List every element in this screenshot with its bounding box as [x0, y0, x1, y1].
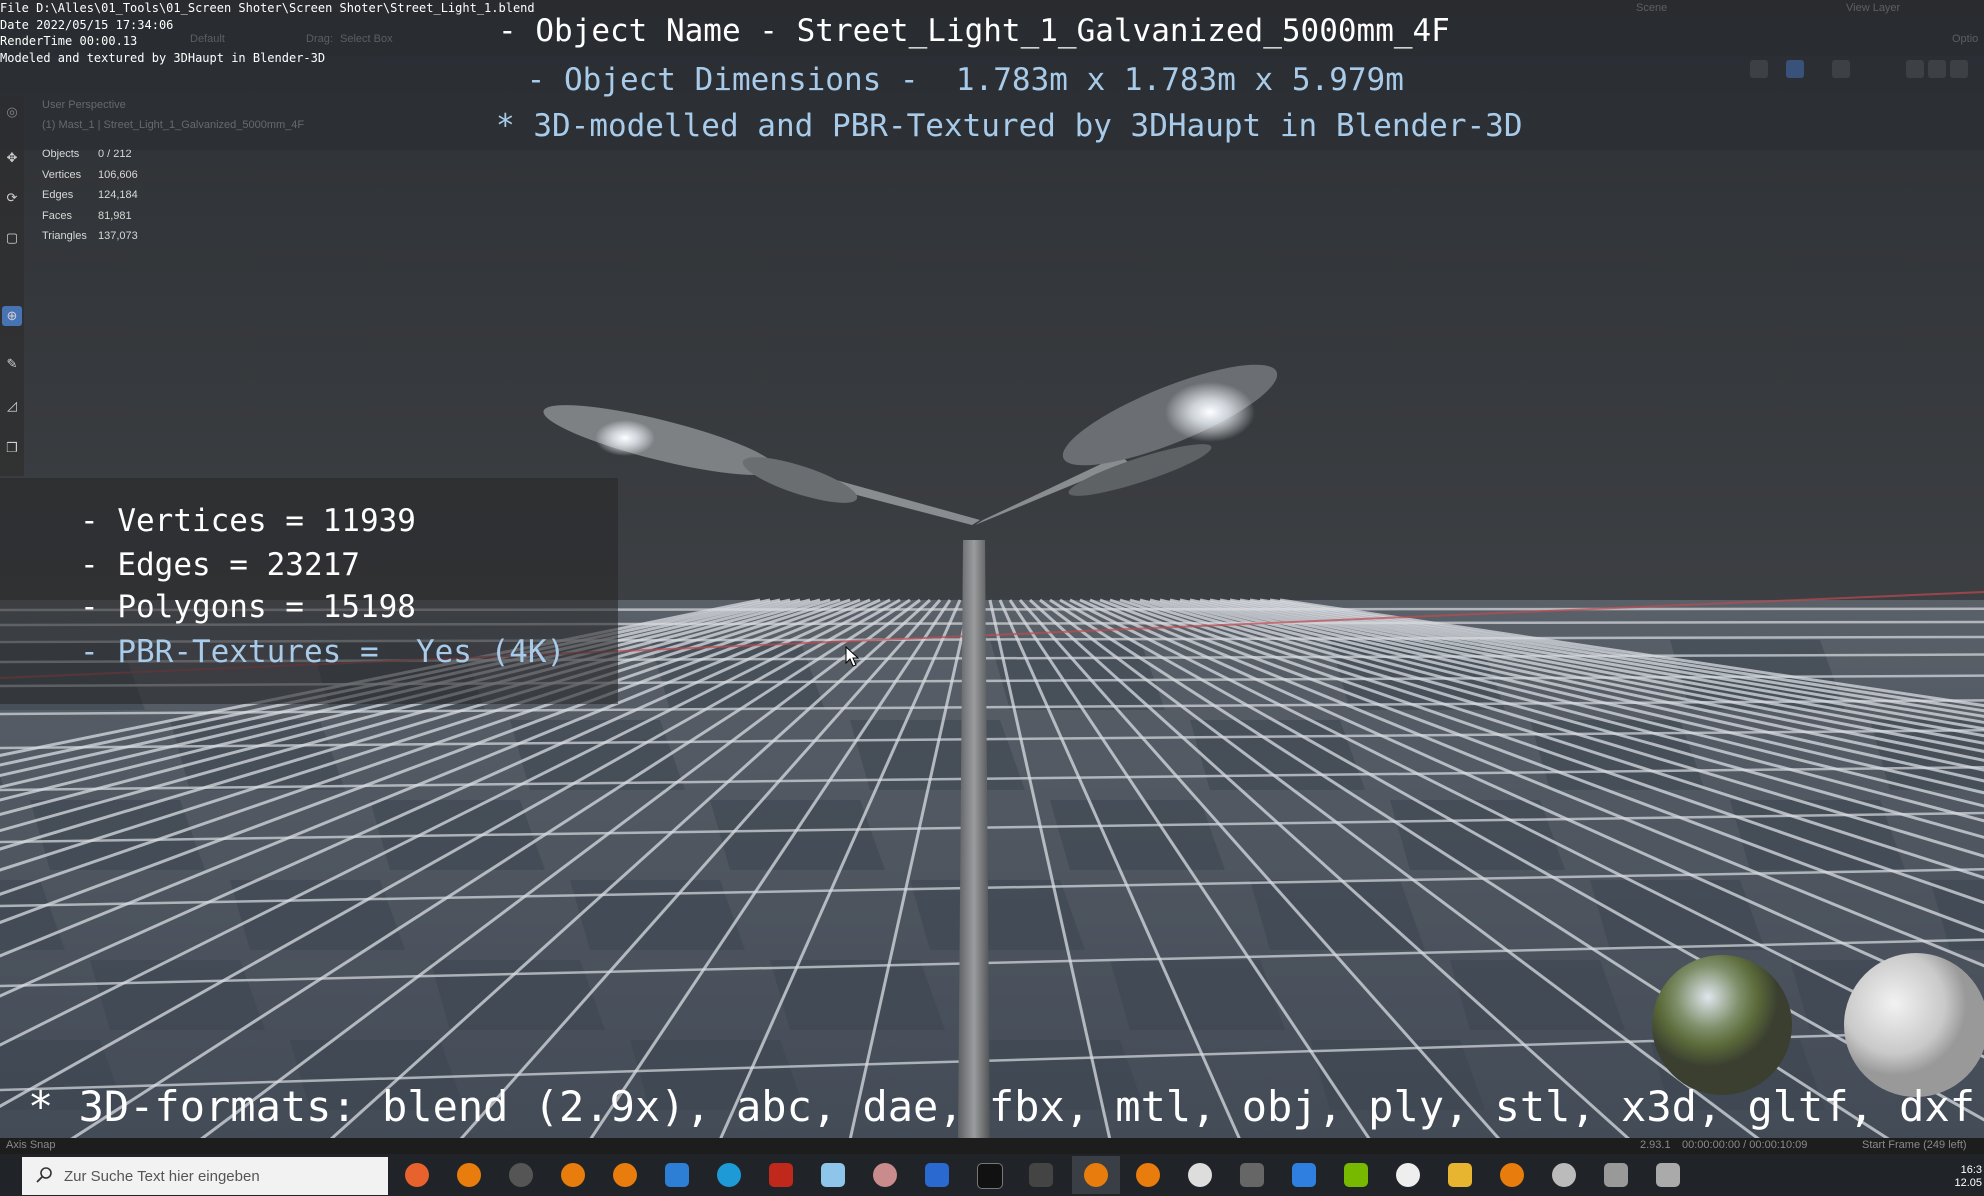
polygons-count: - Polygons = 15198 — [80, 589, 416, 625]
paint-icon[interactable] — [873, 1163, 897, 1187]
stat-row: Triangles 137,073 — [42, 230, 138, 242]
nvidia-icon[interactable] — [1344, 1163, 1368, 1187]
hdri-diffuse-sphere — [1844, 953, 1984, 1097]
clock-time: 16:3 — [1960, 1164, 1982, 1176]
render-time: RenderTime 00:00.13 — [0, 34, 138, 48]
timeline-time: 00:00:00:00 / 00:00:10:09 — [1682, 1139, 1808, 1151]
scale-tool-icon[interactable]: ▢ — [2, 228, 22, 248]
textures-info: - PBR-Textures = Yes (4K) — [80, 634, 566, 670]
app-icon[interactable] — [1396, 1163, 1420, 1187]
annotate-tool-icon[interactable]: ✎ — [2, 354, 22, 374]
object-dimensions: - Object Dimensions - 1.783m x 1.783m x … — [508, 62, 1404, 98]
move-tool-icon[interactable]: ✥ — [2, 148, 22, 168]
windows-taskbar: Zur Suche Text hier eingeben 16:3 12.05 — [0, 1154, 1984, 1196]
lamp-glow — [595, 420, 655, 456]
grid-tile — [1050, 800, 1225, 870]
hdri-chrome-sphere — [1652, 955, 1792, 1095]
tool-shelf: ◎ ✥ ⟳ ▢ ⊕ ✎ ◿ ❒ — [0, 96, 24, 476]
measure-tool-icon[interactable]: ◿ — [2, 396, 22, 416]
status-bar: Axis Snap 2.93.1 00:00:00:00 / 00:00:10:… — [0, 1138, 1984, 1154]
panda-icon[interactable] — [1188, 1163, 1212, 1187]
start-frame: Start Frame (249 left) — [1862, 1139, 1967, 1151]
street-light-pole — [958, 540, 990, 1140]
rotate-tool-icon[interactable]: ⟳ — [2, 188, 22, 208]
transform-tool-icon[interactable]: ⊕ — [2, 306, 22, 326]
blender-icon[interactable] — [1136, 1163, 1160, 1187]
stat-row: Edges 124,184 — [42, 189, 138, 201]
blender-icon[interactable] — [457, 1163, 481, 1187]
mouse-cursor-icon — [845, 646, 860, 667]
add-cube-tool-icon[interactable]: ❒ — [2, 438, 22, 458]
search-placeholder: Zur Suche Text hier eingeben — [64, 1168, 260, 1185]
stat-row: Faces 81,981 — [42, 209, 132, 222]
search-icon — [36, 1167, 52, 1183]
edge-icon[interactable] — [717, 1163, 741, 1187]
taskbar-search[interactable]: Zur Suche Text hier eingeben — [22, 1157, 388, 1195]
gear-icon[interactable] — [1552, 1163, 1576, 1187]
app-icon[interactable] — [769, 1163, 793, 1187]
3d-viewport[interactable]: Default Drag: Select Box Scene View Laye… — [0, 0, 1984, 1140]
render-info: File D:\Alles\01_Tools\01_Screen Shoter\… — [0, 0, 535, 66]
lamp-glow — [1165, 382, 1255, 442]
blender-icon[interactable] — [1500, 1163, 1524, 1187]
status-axis-snap: Axis Snap — [6, 1139, 56, 1151]
terminal-icon[interactable] — [977, 1163, 1003, 1189]
app-icon[interactable] — [1029, 1163, 1053, 1187]
object-name: - Object Name - Street_Light_1_Galvanize… — [498, 13, 1450, 49]
grid-tile — [230, 880, 405, 950]
blender-version: 2.93.1 — [1640, 1139, 1671, 1151]
clock-date: 12.05 — [1954, 1177, 1982, 1189]
vertices-count: - Vertices = 11939 — [80, 503, 416, 539]
render-date: Date 2022/05/15 17:34:06 — [0, 17, 174, 32]
grid-tile — [1590, 880, 1765, 950]
app-icon[interactable] — [925, 1163, 949, 1187]
grid-tile — [710, 800, 885, 870]
render-credit: Modeled and textured by 3DHaupt in Blend… — [0, 50, 326, 65]
folder-icon[interactable] — [1448, 1163, 1472, 1187]
stat-row: Vertices 106,606 — [42, 168, 138, 181]
cube-icon[interactable] — [1240, 1163, 1264, 1187]
blender-icon[interactable] — [1084, 1163, 1108, 1187]
file-path: File D:\Alles\01_Tools\01_Screen Shoter\… — [0, 1, 535, 15]
scene-statistics: Objects 0 / 212 Vertices 106,606 Edges 124,… — [42, 148, 138, 251]
grid-tile — [570, 880, 745, 950]
formats-line: * 3D-formats: blend (2.9x), abc, dae, fb… — [28, 1082, 1976, 1131]
obs-icon[interactable] — [509, 1163, 533, 1187]
grid-tile — [30, 800, 205, 870]
edges-count: - Edges = 23217 — [80, 547, 360, 583]
credit-line: * 3D-modelled and PBR-Textured by 3DHaup… — [496, 108, 1523, 144]
app-icon[interactable] — [1604, 1163, 1628, 1187]
notes-icon[interactable] — [821, 1163, 845, 1187]
stat-row: Objects 0 / 212 — [42, 148, 132, 160]
system-clock[interactable]: 16:3 12.05 — [1954, 1164, 1982, 1190]
calendar-icon[interactable] — [1292, 1163, 1316, 1187]
firefox-icon[interactable] — [405, 1163, 429, 1187]
blender-icon[interactable] — [613, 1163, 637, 1187]
app-icon[interactable] — [1656, 1163, 1680, 1187]
grid-tile — [1730, 800, 1905, 870]
blender-icon[interactable] — [561, 1163, 585, 1187]
mail-icon[interactable] — [665, 1163, 689, 1187]
